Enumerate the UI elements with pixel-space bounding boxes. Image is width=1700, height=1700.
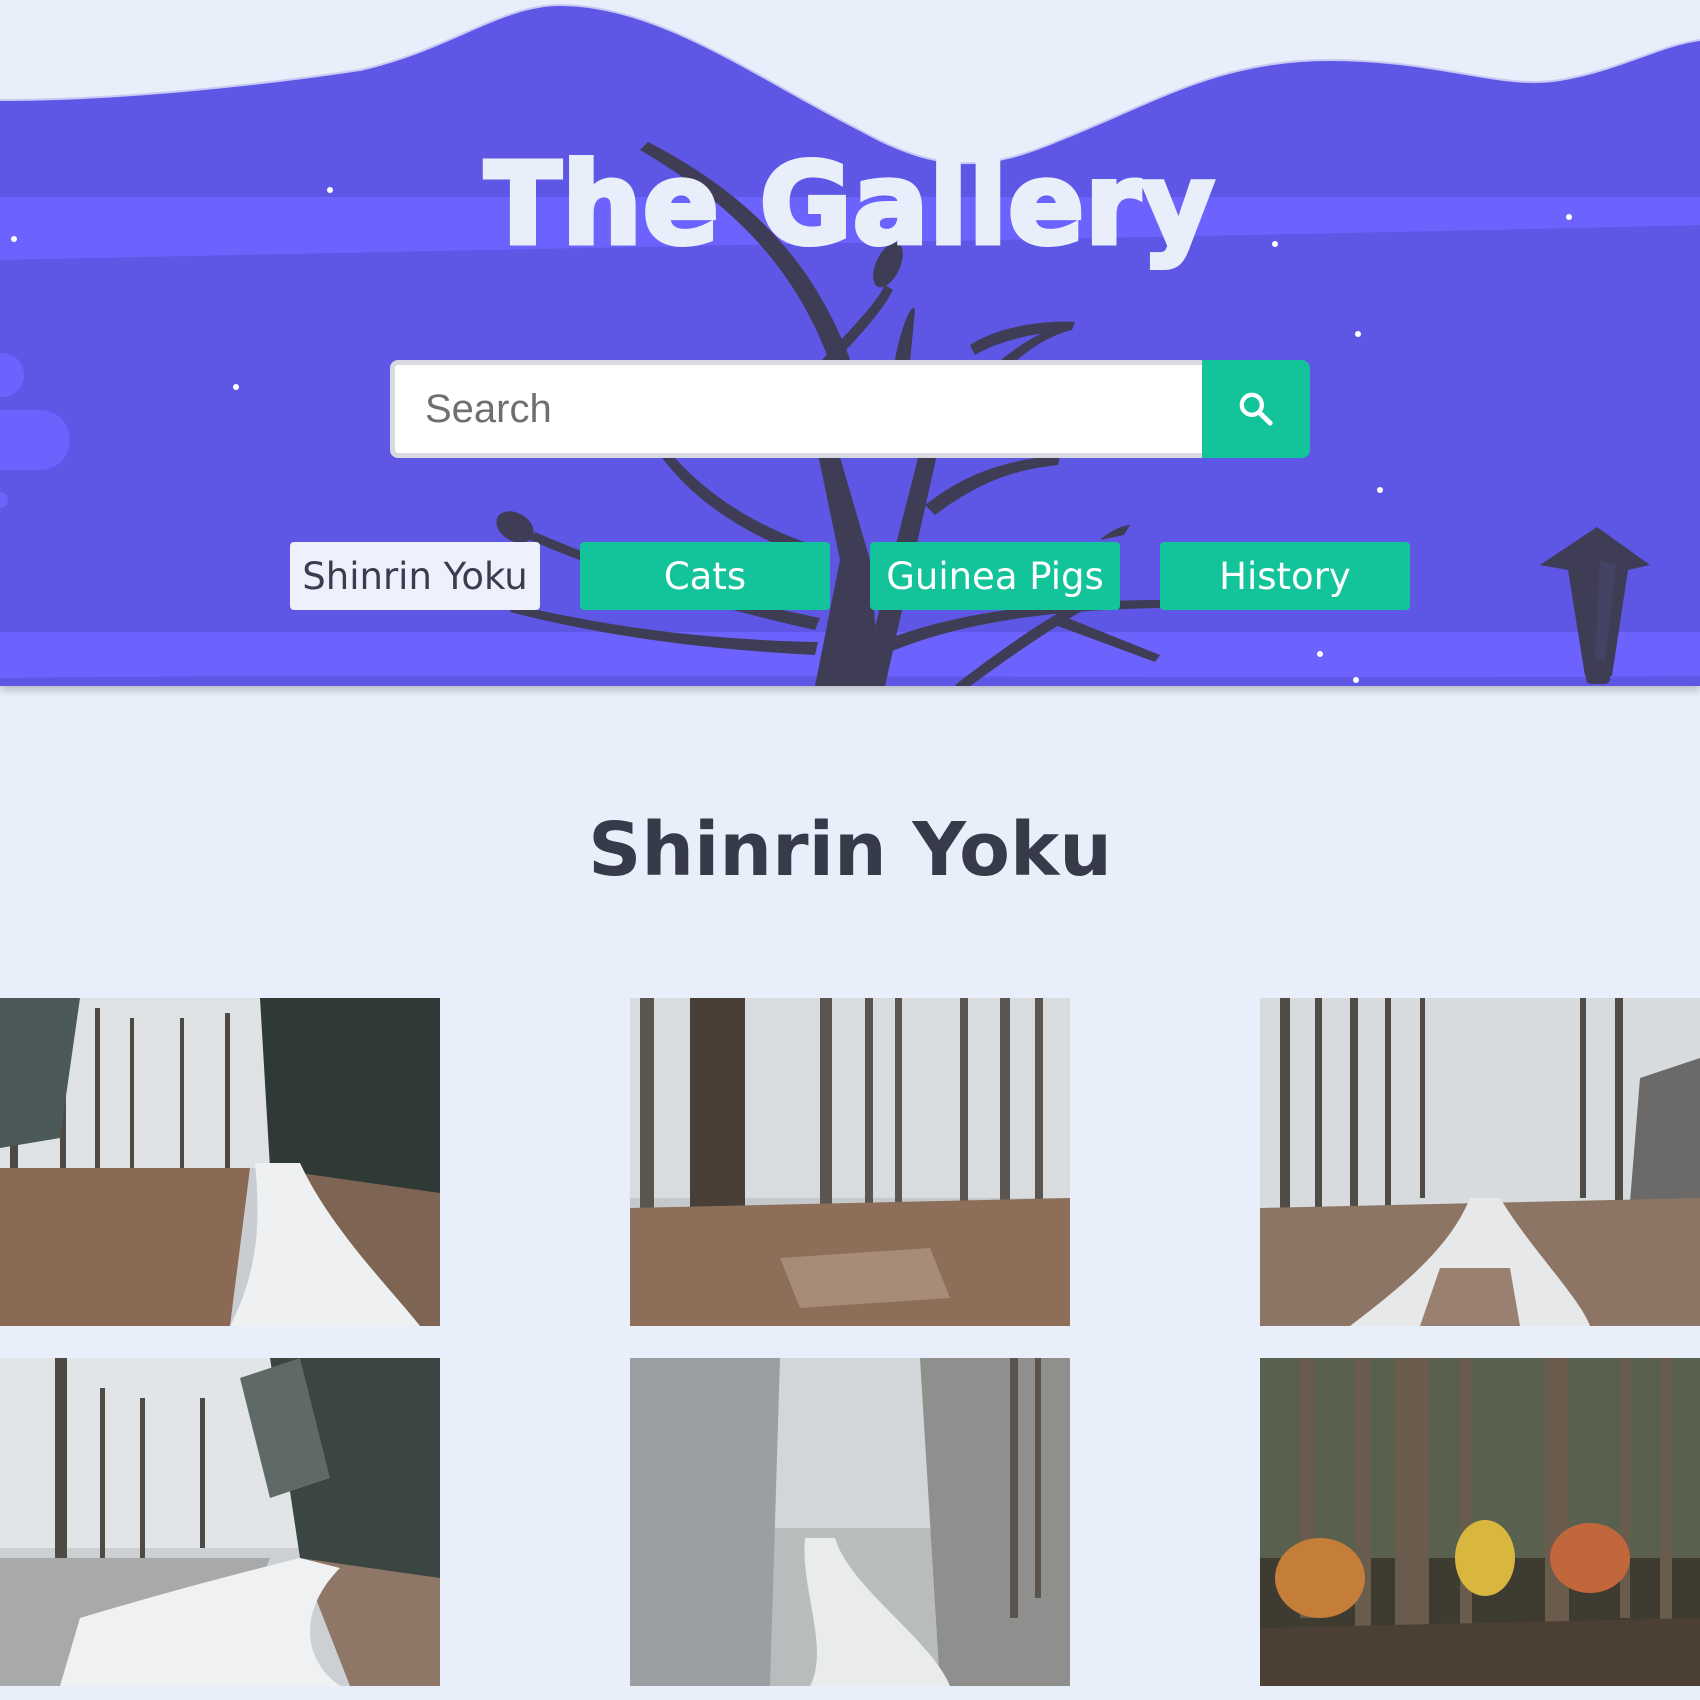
photo-5[interactable] bbox=[630, 1358, 1070, 1686]
tag-guinea-pigs[interactable]: Guinea Pigs bbox=[870, 542, 1120, 610]
photo-6[interactable] bbox=[1260, 1358, 1700, 1686]
photo-2[interactable] bbox=[630, 998, 1070, 1326]
site-header: The Gallery Shinrin Yoku Cats Guinea Pig… bbox=[0, 0, 1700, 686]
site-title: The Gallery bbox=[482, 138, 1217, 273]
search-button[interactable] bbox=[1202, 360, 1310, 458]
photo-1[interactable] bbox=[0, 998, 440, 1326]
photo-3[interactable] bbox=[1260, 998, 1700, 1326]
tag-shinrin-yoku[interactable]: Shinrin Yoku bbox=[290, 542, 540, 610]
tag-history[interactable]: History bbox=[1160, 542, 1410, 610]
search-bar bbox=[390, 360, 1310, 458]
section-title: Shinrin Yoku bbox=[588, 807, 1112, 893]
category-tags: Shinrin Yoku Cats Guinea Pigs History bbox=[290, 542, 1410, 610]
photo-4[interactable] bbox=[0, 1358, 440, 1686]
tag-cats[interactable]: Cats bbox=[580, 542, 830, 610]
search-input[interactable] bbox=[390, 360, 1202, 458]
search-icon bbox=[1239, 392, 1273, 426]
